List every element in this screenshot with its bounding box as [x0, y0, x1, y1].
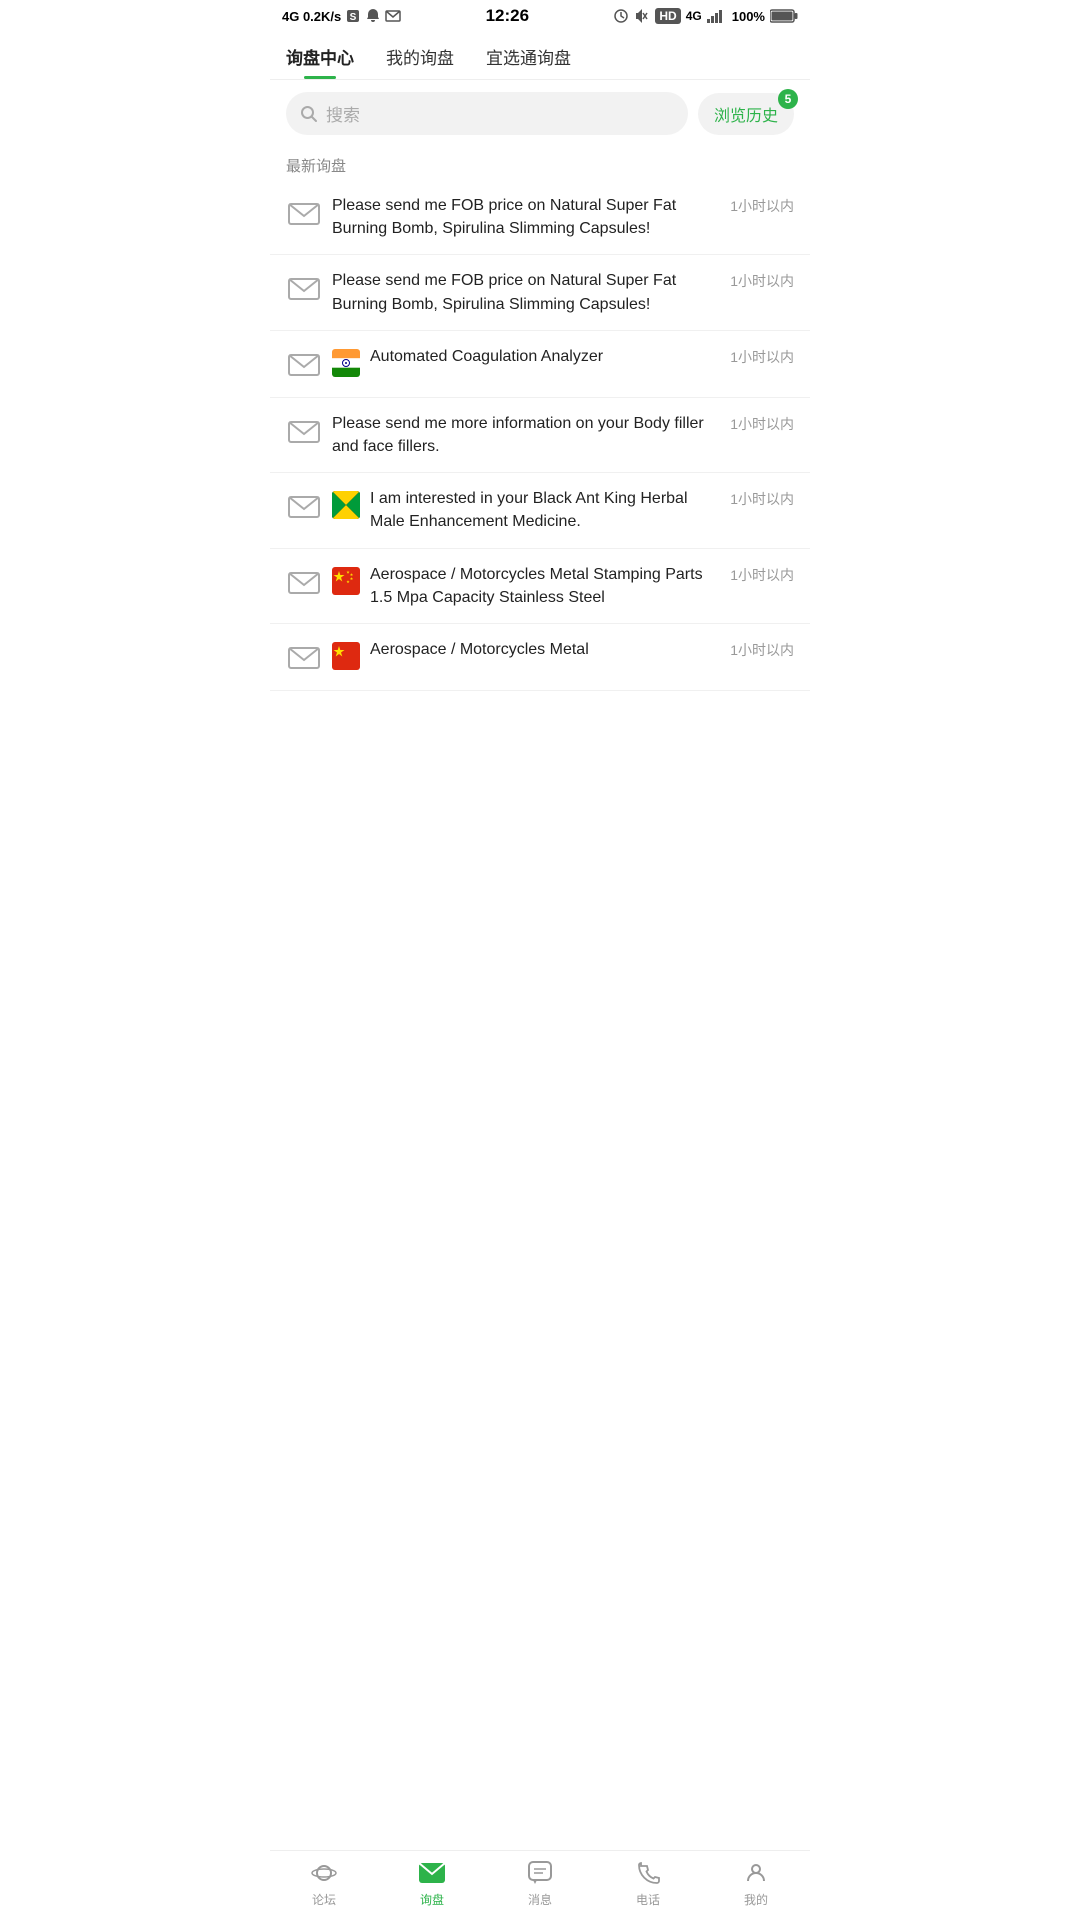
- 4g-badge: 4G: [686, 9, 702, 23]
- search-box[interactable]: 搜索: [286, 92, 688, 135]
- battery-icon: [770, 9, 798, 23]
- nav-mine-label: 我的: [744, 1891, 768, 1908]
- signal-bars: [707, 9, 727, 23]
- inquiry-list: Please send me FOB price on Natural Supe…: [270, 180, 810, 763]
- inquiry-content: Automated Coagulation Analyzer: [370, 345, 722, 368]
- flag-jamaica: [332, 491, 360, 519]
- nav-inquiry[interactable]: 询盘: [378, 1859, 486, 1908]
- inquiry-content: Please send me FOB price on Natural Supe…: [332, 194, 722, 240]
- status-time: 12:26: [486, 6, 529, 26]
- inquiry-text: I am interested in your Black Ant King H…: [370, 490, 688, 530]
- list-item[interactable]: Aerospace / Motorcycles Metal 1小时以内: [270, 624, 810, 691]
- planet-icon: [310, 1859, 338, 1887]
- inquiry-time: 1小时以内: [730, 414, 794, 434]
- list-item[interactable]: Please send me more information on your …: [270, 398, 810, 473]
- flag-india: [332, 349, 360, 377]
- svg-text:S: S: [350, 12, 357, 23]
- section-title: 最新询盘: [270, 147, 810, 180]
- nav-message[interactable]: 消息: [486, 1859, 594, 1908]
- inquiry-time: 1小时以内: [730, 271, 794, 291]
- nav-forum-label: 论坛: [312, 1891, 336, 1908]
- phone-icon: [634, 1859, 662, 1887]
- chat-icon: [526, 1859, 554, 1887]
- status-left: 4G 0.2K/s S: [282, 8, 401, 24]
- mail-icon: [286, 414, 322, 450]
- mail-icon: [286, 565, 322, 601]
- inquiry-text: Please send me FOB price on Natural Supe…: [332, 197, 676, 237]
- mail-icon: [286, 640, 322, 676]
- search-icon: [300, 105, 318, 123]
- signal-text: 4G 0.2K/s: [282, 9, 341, 24]
- inquiry-text: Aerospace / Motorcycles Metal: [370, 641, 589, 658]
- inquiry-time: 1小时以内: [730, 640, 794, 660]
- inquiry-time: 1小时以内: [730, 565, 794, 585]
- inquiry-content: I am interested in your Black Ant King H…: [370, 487, 722, 533]
- flag-china: [332, 567, 360, 595]
- battery-percent: 100%: [732, 9, 765, 24]
- browse-history-button[interactable]: 浏览历史 5: [698, 93, 794, 135]
- tab-my-inquiry[interactable]: 我的询盘: [386, 32, 454, 79]
- browse-history-badge: 5: [778, 89, 798, 109]
- status-bar: 4G 0.2K/s S 12:26 HD 4G 100%: [270, 0, 810, 32]
- inquiry-text: Please send me FOB price on Natural Supe…: [332, 272, 676, 312]
- tab-selected-inquiry[interactable]: 宜选通询盘: [486, 32, 571, 79]
- flag-china-2: [332, 642, 360, 670]
- search-placeholder: 搜索: [326, 101, 360, 126]
- list-item[interactable]: Please send me FOB price on Natural Supe…: [270, 255, 810, 330]
- nav-forum[interactable]: 论坛: [270, 1859, 378, 1908]
- s-icon: S: [345, 8, 361, 24]
- tab-inquiry-center[interactable]: 询盘中心: [286, 32, 354, 79]
- inquiry-time: 1小时以内: [730, 489, 794, 509]
- list-item[interactable]: Please send me FOB price on Natural Supe…: [270, 180, 810, 255]
- inquiry-content: Please send me more information on your …: [332, 412, 722, 458]
- nav-mine[interactable]: 我的: [702, 1859, 810, 1908]
- clock-icon: [613, 8, 629, 24]
- inquiry-text: Aerospace / Motorcycles Metal Stamping P…: [370, 566, 703, 606]
- mail-icon: [286, 347, 322, 383]
- mute-icon: [634, 8, 650, 24]
- nav-inquiry-label: 询盘: [420, 1891, 444, 1908]
- hd-badge: HD: [655, 8, 680, 24]
- nav-message-label: 消息: [528, 1891, 552, 1908]
- inquiry-time: 1小时以内: [730, 196, 794, 216]
- inquiry-text: Please send me more information on your …: [332, 415, 704, 455]
- inquiry-content: Aerospace / Motorcycles Metal Stamping P…: [370, 563, 722, 609]
- inquiry-content: Please send me FOB price on Natural Supe…: [332, 269, 722, 315]
- person-icon: [742, 1859, 770, 1887]
- inquiry-time: 1小时以内: [730, 347, 794, 367]
- tab-bar: 询盘中心 我的询盘 宜选通询盘: [270, 32, 810, 80]
- inquiry-text: Automated Coagulation Analyzer: [370, 348, 603, 365]
- inquiry-content: Aerospace / Motorcycles Metal: [370, 638, 722, 661]
- bottom-nav: 论坛 询盘 消息 电话: [270, 1850, 810, 1920]
- list-item[interactable]: Aerospace / Motorcycles Metal Stamping P…: [270, 549, 810, 624]
- search-row: 搜索 浏览历史 5: [270, 80, 810, 147]
- nav-phone-label: 电话: [636, 1891, 660, 1908]
- bell-icon: [365, 8, 381, 24]
- mail-icon: [286, 489, 322, 525]
- browse-history-label: 浏览历史: [714, 102, 778, 126]
- mail-check-icon: [385, 8, 401, 24]
- status-right: HD 4G 100%: [613, 8, 798, 24]
- nav-phone[interactable]: 电话: [594, 1859, 702, 1908]
- mail-icon: [286, 196, 322, 232]
- mail-icon: [286, 271, 322, 307]
- mail-active-icon: [418, 1859, 446, 1887]
- list-item[interactable]: I am interested in your Black Ant King H…: [270, 473, 810, 548]
- list-item[interactable]: Automated Coagulation Analyzer 1小时以内: [270, 331, 810, 398]
